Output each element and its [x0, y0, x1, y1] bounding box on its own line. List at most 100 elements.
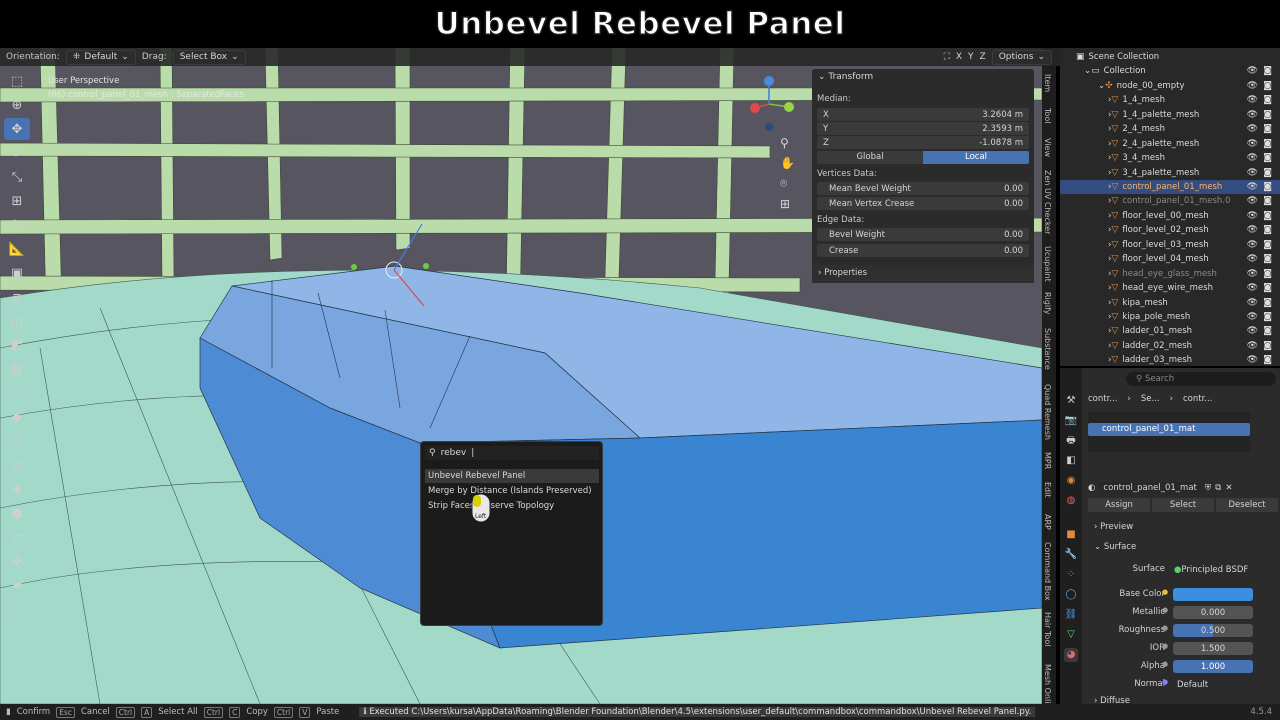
eye-icon[interactable]: 👁 — [1247, 182, 1258, 192]
global-toggle[interactable]: Global — [817, 151, 923, 164]
eye-icon[interactable]: 👁 — [1247, 225, 1258, 235]
camera-icon[interactable]: ◙ — [1263, 66, 1272, 76]
axis-z-toggle[interactable]: Z — [980, 52, 986, 62]
constraints-tab-icon[interactable]: ⛓ — [1064, 608, 1078, 622]
eye-icon[interactable]: 👁 — [1247, 254, 1258, 264]
camera-icon[interactable]: ⌾ — [780, 176, 795, 191]
camera-icon[interactable]: ◙ — [1263, 225, 1272, 235]
camera-icon[interactable]: ◙ — [1263, 124, 1272, 134]
particles-tab-icon[interactable]: ⁘ — [1064, 568, 1078, 582]
pan-hand-icon[interactable]: ✋ — [780, 156, 795, 170]
eye-icon[interactable]: 👁 — [1247, 269, 1258, 279]
tab-edit[interactable]: Edit — [1043, 482, 1052, 498]
alpha-slider[interactable]: 1.000 — [1173, 660, 1253, 673]
outliner-item[interactable]: › ▽ ladder_02_mesh 👁 ◙ — [1060, 339, 1280, 354]
outliner-item[interactable]: › ▽ control_panel_01_mesh.0 👁 ◙ — [1060, 194, 1280, 209]
tab-command-box[interactable]: Command Box — [1043, 542, 1052, 601]
eye-icon[interactable]: 👁 — [1247, 196, 1258, 206]
camera-icon[interactable]: ◙ — [1263, 110, 1272, 120]
material-name-field[interactable]: control_panel_01_mat — [1099, 482, 1201, 494]
close-icon[interactable]: ✕ — [1225, 483, 1232, 493]
select-box-icon[interactable]: ⬚ — [4, 70, 30, 92]
camera-icon[interactable]: ◙ — [1263, 312, 1272, 322]
outliner-item[interactable]: › ▽ control_panel_01_mesh 👁 ◙ — [1060, 179, 1280, 195]
eye-icon[interactable]: 👁 — [1247, 355, 1258, 365]
search-result-item[interactable]: Unbevel Rebevel Panel — [425, 469, 599, 483]
breadcrumb-mesh[interactable]: Se... — [1141, 394, 1160, 404]
eye-icon[interactable]: 👁 — [1247, 240, 1258, 250]
tab-hair-tool[interactable]: Hair Tool — [1043, 612, 1052, 647]
object-tab-icon[interactable]: ■ — [1064, 528, 1078, 542]
command-search-input[interactable]: ⚲ rebev | — [425, 446, 599, 460]
rip-icon[interactable]: ✣ — [4, 550, 30, 572]
outliner-item[interactable]: › ▽ 1_4_mesh 👁 ◙ — [1060, 93, 1280, 108]
breadcrumb-material[interactable]: contr... — [1183, 394, 1212, 404]
add-cube-icon[interactable]: ▣ — [4, 262, 30, 284]
camera-icon[interactable]: ◙ — [1263, 341, 1272, 351]
to-sphere-icon[interactable]: ▰ — [4, 574, 30, 596]
preview-section[interactable]: › Preview — [1094, 522, 1133, 532]
eye-icon[interactable]: 👁 — [1247, 124, 1258, 134]
material-slot-list[interactable]: control_panel_01_mat — [1088, 412, 1250, 452]
material-slot-item[interactable]: control_panel_01_mat — [1088, 423, 1250, 436]
eye-icon[interactable]: 👁 — [1247, 139, 1258, 149]
bevel-icon[interactable]: ◩ — [4, 334, 30, 356]
shrink-fatten-icon[interactable]: ● — [4, 502, 30, 524]
zoom-icon[interactable]: ⚲ — [780, 136, 795, 150]
outliner-item[interactable]: › ▽ floor_level_00_mesh 👁 ◙ — [1060, 209, 1280, 224]
camera-icon[interactable]: ◙ — [1263, 139, 1272, 149]
tab-view[interactable]: View — [1043, 138, 1052, 157]
tab-item[interactable]: Item — [1043, 74, 1052, 92]
camera-icon[interactable]: ◙ — [1263, 254, 1272, 264]
edge-slide-icon[interactable]: ◈ — [4, 478, 30, 500]
eye-icon[interactable]: 👁 — [1247, 168, 1258, 178]
camera-icon[interactable]: ◙ — [1263, 298, 1272, 308]
tab-mesh-online[interactable]: Mesh Onli — [1043, 664, 1052, 703]
fake-user-icon[interactable]: ⛨ — [1205, 483, 1211, 493]
median-x-field[interactable]: X 3.2604 m — [817, 108, 1029, 121]
spin-icon[interactable]: ◌ — [4, 430, 30, 452]
navigation-gizmo[interactable] — [745, 74, 797, 134]
mean-bevel-weight-field[interactable]: Mean Bevel Weight 0.00 — [817, 182, 1029, 195]
physics-tab-icon[interactable]: ◯ — [1064, 588, 1078, 602]
surface-section[interactable]: ⌄ Surface — [1094, 542, 1136, 552]
annotate-icon[interactable]: ✎ — [4, 214, 30, 236]
mean-vertex-crease-field[interactable]: Mean Vertex Crease 0.00 — [817, 197, 1029, 210]
properties-subpanel-header[interactable]: › Properties — [812, 265, 1034, 283]
camera-icon[interactable]: ◙ — [1263, 168, 1272, 178]
crease-field[interactable]: Crease 0.00 — [817, 244, 1029, 257]
eye-icon[interactable]: 👁 — [1247, 81, 1258, 91]
orientation-dropdown[interactable]: ⁜ Default ⌄ — [65, 49, 136, 65]
camera-icon[interactable]: ◙ — [1263, 81, 1272, 91]
select-button[interactable]: Select — [1152, 498, 1214, 512]
measure-icon[interactable]: 📐 — [4, 238, 30, 260]
eye-icon[interactable]: 👁 — [1247, 110, 1258, 120]
eye-icon[interactable]: 👁 — [1247, 66, 1258, 76]
duplicate-icon[interactable]: ⧉ — [1215, 483, 1221, 493]
tab-substance[interactable]: Substance — [1043, 328, 1052, 370]
properties-search[interactable]: ⚲ Search — [1126, 372, 1276, 386]
data-tab-icon[interactable]: ▽ — [1064, 628, 1078, 642]
tab-mpr[interactable]: MPR — [1043, 452, 1052, 469]
assign-button[interactable]: Assign — [1088, 498, 1150, 512]
camera-icon[interactable]: ◙ — [1263, 95, 1272, 105]
view-layer-tab-icon[interactable]: ◧ — [1064, 454, 1078, 468]
outliner-item[interactable]: › ▽ kipa_pole_mesh 👁 ◙ — [1060, 310, 1280, 325]
axis-y-toggle[interactable]: Y — [968, 52, 974, 62]
collection-row[interactable]: ⌄ ▭ Collection 👁 ◙ — [1060, 64, 1280, 79]
search-result-item[interactable]: Strip Faces Preserve Topology — [425, 499, 599, 513]
rip-region-icon[interactable]: ⬡ — [4, 598, 30, 620]
tab-zen-uv[interactable]: Zen UV Checker — [1043, 170, 1052, 234]
camera-icon[interactable]: ◙ — [1263, 269, 1272, 279]
transform-icon[interactable]: ⊞ — [4, 190, 30, 212]
outliner-item[interactable]: › ▽ floor_level_03_mesh 👁 ◙ — [1060, 238, 1280, 253]
render-tab-icon[interactable]: 📷 — [1064, 414, 1078, 428]
extrude-icon[interactable]: ⧈ — [4, 286, 30, 308]
output-tab-icon[interactable]: 🖶 — [1064, 434, 1078, 448]
node-root-row[interactable]: ⌄ ✣ node_00_empty 👁 ◙ — [1060, 79, 1280, 94]
surface-shader-field[interactable]: ● Principled BSDF — [1170, 563, 1252, 576]
world-tab-icon[interactable]: ◍ — [1064, 494, 1078, 508]
axis-x-toggle[interactable]: X — [956, 52, 962, 62]
outliner-item[interactable]: › ▽ ladder_01_mesh 👁 ◙ — [1060, 324, 1280, 339]
transform-header[interactable]: ⌄ Transform — [818, 72, 873, 82]
